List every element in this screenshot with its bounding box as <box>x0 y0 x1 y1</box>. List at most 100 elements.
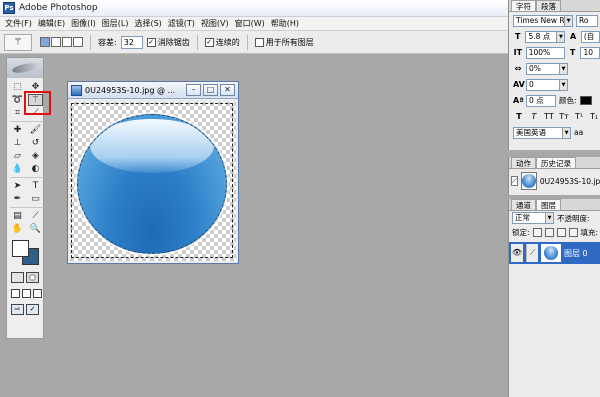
add-selection-button[interactable] <box>51 37 61 47</box>
history-brush-tool-icon[interactable]: ↺ <box>28 137 43 149</box>
size-row: T 5.8 点 ▼ A (自 <box>509 29 600 44</box>
tracking-icon: ⇔ <box>514 64 522 73</box>
small-caps-button[interactable]: Tт <box>558 112 570 121</box>
all-caps-button[interactable]: TT <box>543 112 555 121</box>
menu-edit[interactable]: 编辑(E) <box>35 18 68 29</box>
menu-view[interactable]: 视图(V) <box>198 18 232 29</box>
vertical-scale-input[interactable]: 100% <box>525 46 565 59</box>
tool-preset-picker[interactable]: ⚚ <box>4 33 32 51</box>
kerning-value: 0 <box>529 79 534 89</box>
contiguous-option[interactable]: ✓ 连续的 <box>204 37 240 48</box>
full-screen-button[interactable] <box>33 289 42 298</box>
document-titlebar[interactable]: 0U24953S-10.jpg @ ... – □ ✕ <box>68 82 238 99</box>
font-style-select[interactable]: Ro <box>576 14 598 27</box>
jump-to-imageready-icon[interactable]: ⇨ <box>11 304 24 315</box>
shape-tool-icon[interactable]: ▭ <box>28 193 43 205</box>
superscript-button[interactable]: T¹ <box>573 112 585 121</box>
tolerance-input[interactable]: 32 <box>120 35 143 49</box>
kerning-select[interactable]: 0 ▼ <box>526 78 568 91</box>
menu-filter[interactable]: 滤镜(T) <box>165 18 198 29</box>
layer-row[interactable]: 👁 ⟋ 图层 0 <box>509 242 600 264</box>
menu-layer[interactable]: 图层(L) <box>99 18 132 29</box>
menu-file[interactable]: 文件(F) <box>2 18 35 29</box>
subtract-selection-button[interactable] <box>62 37 72 47</box>
jump-check-icon[interactable]: ✓ <box>26 304 39 315</box>
full-screen-menu-button[interactable] <box>22 289 31 298</box>
tab-channels[interactable]: 通道 <box>511 199 536 210</box>
lasso-tool-icon[interactable]: ➰ <box>10 94 25 106</box>
document-canvas[interactable] <box>70 102 236 261</box>
menu-select[interactable]: 选择(S) <box>131 18 164 29</box>
contiguous-checkbox[interactable]: ✓ <box>204 37 214 47</box>
tab-paragraph[interactable]: 段落 <box>536 0 561 11</box>
marquee-tool-icon[interactable]: ⬚ <box>10 81 25 93</box>
eyedropper-tool-icon[interactable]: ⟋ <box>28 210 43 222</box>
layer-brush-icon[interactable]: ⟋ <box>526 244 538 262</box>
eye-visibility-icon[interactable]: 👁 <box>511 244 523 262</box>
language-select[interactable]: 美国英语 ▼ <box>513 126 571 139</box>
maximize-button[interactable]: □ <box>203 84 218 96</box>
antialias-checkbox[interactable]: ✓ <box>146 37 156 47</box>
zoom-tool-icon[interactable]: 🔍 <box>28 223 43 235</box>
notes-tool-icon[interactable]: ▤ <box>10 210 25 222</box>
tab-actions[interactable]: 动作 <box>511 157 536 168</box>
blur-tool-icon[interactable]: 💧 <box>10 163 25 175</box>
history-brush-source-icon[interactable]: ⟋ <box>511 176 518 186</box>
tolerance-label: 容差: <box>98 37 117 47</box>
baseline-shift-input[interactable]: 0 点 <box>526 94 556 107</box>
toolbox-header[interactable] <box>7 58 43 78</box>
faux-italic-button[interactable]: T <box>528 112 540 121</box>
quick-mask-mode-button[interactable] <box>26 272 39 283</box>
faux-bold-button[interactable]: T <box>513 112 525 121</box>
antialias-option[interactable]: ✓ 消除锯齿 <box>146 37 190 48</box>
hand-tool-icon[interactable]: ✋ <box>10 223 25 235</box>
clone-stamp-tool-icon[interactable]: ⊥ <box>10 137 25 149</box>
path-selection-tool-icon[interactable]: ➤ <box>10 180 25 192</box>
leading-select[interactable]: (自 <box>580 30 600 43</box>
brush-tool-icon[interactable]: 🖌 <box>28 124 43 136</box>
style-buttons-row: T T TT Tт T¹ T₁ <box>509 109 600 124</box>
tab-history[interactable]: 历史记录 <box>536 157 576 168</box>
selection-modes <box>40 37 83 47</box>
tab-character[interactable]: 字符 <box>511 0 536 11</box>
layer-thumbnail <box>541 244 561 262</box>
dropdown-arrow-icon: ▼ <box>545 213 553 223</box>
divider <box>10 121 44 122</box>
dodge-tool-icon[interactable]: ◐ <box>28 163 43 175</box>
all-layers-option[interactable]: 用于所有图层 <box>254 37 314 48</box>
healing-brush-tool-icon[interactable]: ✚ <box>10 124 25 136</box>
history-snapshot[interactable]: ⟋ 0U24953S-10.jpg <box>509 169 600 193</box>
minimize-button[interactable]: – <box>186 84 201 96</box>
divider <box>10 177 44 178</box>
orb-thumbnail-icon <box>544 246 558 260</box>
new-selection-button[interactable] <box>40 37 50 47</box>
eraser-tool-icon[interactable]: ▱ <box>10 150 25 162</box>
lock-all-icon[interactable] <box>568 227 578 237</box>
standard-mode-button[interactable] <box>11 272 24 283</box>
menu-image[interactable]: 图像(I) <box>68 18 99 29</box>
font-family-select[interactable]: Times New Ro... ▼ <box>513 14 573 27</box>
crop-tool-icon[interactable]: ⌗ <box>10 107 25 119</box>
menu-window[interactable]: 窗口(W) <box>232 18 268 29</box>
tracking-row: ⇔ 0% ▼ <box>509 61 600 76</box>
blend-mode-select[interactable]: 正常 ▼ <box>512 212 554 224</box>
tab-layers[interactable]: 图层 <box>536 199 561 210</box>
type-tool-icon[interactable]: T <box>28 180 43 192</box>
close-button[interactable]: ✕ <box>220 84 235 96</box>
pen-tool-icon[interactable]: ✒ <box>10 193 25 205</box>
magic-wand-highlight <box>24 91 51 115</box>
lock-transparency-icon[interactable] <box>532 227 542 237</box>
lock-position-icon[interactable] <box>556 227 566 237</box>
horizontal-scale-input[interactable]: 10 <box>580 46 600 59</box>
menu-help[interactable]: 帮助(H) <box>268 18 302 29</box>
font-size-select[interactable]: 5.8 点 ▼ <box>525 30 566 43</box>
subscript-button[interactable]: T₁ <box>588 112 600 121</box>
foreground-color-swatch[interactable] <box>12 240 29 257</box>
lock-pixels-icon[interactable] <box>544 227 554 237</box>
tracking-select[interactable]: 0% ▼ <box>526 62 568 75</box>
text-color-swatch[interactable] <box>579 96 592 105</box>
intersect-selection-button[interactable] <box>73 37 83 47</box>
all-layers-checkbox[interactable] <box>254 37 264 47</box>
paint-bucket-tool-icon[interactable]: ◈ <box>28 150 43 162</box>
standard-screen-button[interactable] <box>11 289 20 298</box>
